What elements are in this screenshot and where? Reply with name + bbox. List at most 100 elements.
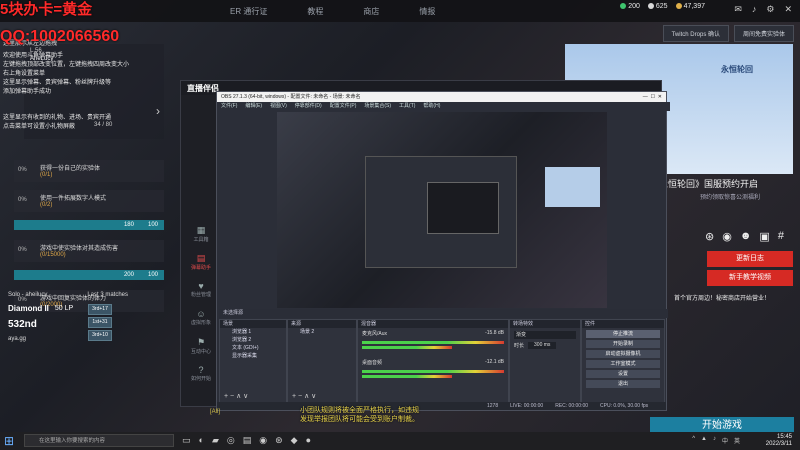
fans-icon: ♥ <box>198 281 204 291</box>
currency-gold: 47,397 <box>675 3 705 10</box>
nav-avatar[interactable]: ☺ 虚拟形象 <box>181 309 221 333</box>
mission-item[interactable]: 0% 获得一份自己的实验体 (0/1) <box>14 160 164 182</box>
nav-shop[interactable]: 商店 <box>363 6 379 17</box>
update-log-button[interactable]: 更新日志 <box>707 251 793 267</box>
folder-icon[interactable]: ▰ <box>212 435 219 446</box>
stop-stream-button[interactable]: 停止推流 <box>586 330 660 338</box>
sources-dock: 来源 场景 2 + − ∧ ∨ <box>287 319 357 403</box>
system-tray: ^ ▲ ♪ 中 英 <box>692 436 740 445</box>
game-icon[interactable]: ◆ <box>291 435 298 446</box>
scene-item[interactable]: 显示器采集 <box>220 352 286 360</box>
nav-tutorial[interactable]: 教程 <box>307 6 323 17</box>
obs-icon[interactable]: ◉ <box>259 435 267 446</box>
task-view-icon[interactable]: ▭ <box>182 435 191 446</box>
chat-line: 这里显示有收到的礼物、进场、贵宾开通 <box>3 115 112 121</box>
bell-icon[interactable]: ♪ <box>752 4 757 15</box>
currency-green: 200 <box>620 3 640 10</box>
steam-icon[interactable]: ⊛ <box>705 230 714 243</box>
qq-icon[interactable]: ☻ <box>740 230 752 243</box>
twitch-drops-button[interactable]: Twitch Drops 确认 <box>662 25 729 42</box>
currency-bar: 200 625 47,397 <box>620 3 705 10</box>
ime-indicator[interactable]: 中 <box>722 436 728 445</box>
close-icon[interactable]: ✕ <box>784 4 792 15</box>
windows-start-icon[interactable]: ⊞ <box>4 434 14 448</box>
volume-slider[interactable] <box>362 346 452 349</box>
nav-intel[interactable]: 情报 <box>419 6 435 17</box>
menu-edit[interactable]: 编辑(E) <box>245 102 262 111</box>
bilibili-icon[interactable]: ▣ <box>759 230 769 243</box>
nav-fans[interactable]: ♥ 粉丝管理 <box>181 281 221 305</box>
tray-expand[interactable]: ^ <box>692 436 695 445</box>
promo-logo: 永恒轮回 <box>721 65 753 74</box>
obs-titlebar: OBS 27.1.3 (64-bit, windows) - 配置文件: 未命名… <box>217 92 666 102</box>
menu-profile[interactable]: 配置文件(P) <box>330 102 357 111</box>
duration-input[interactable]: 300 ms <box>528 342 557 349</box>
steam-icon[interactable]: ⊛ <box>275 435 283 446</box>
start-recording-button[interactable]: 开始录制 <box>586 340 660 348</box>
watermark-qq: QQ:1002066560 <box>0 28 120 45</box>
chat-line: 添加弹幕助手成功 <box>3 89 52 95</box>
nav-howto[interactable]: ? 如何开始 <box>181 365 221 389</box>
transition-select[interactable]: 渐变 <box>514 331 576 339</box>
studio-mode-button[interactable]: 工作室模式 <box>586 360 660 368</box>
tutorial-video-button[interactable]: 新手教学视频 <box>707 270 793 286</box>
weibo-icon[interactable]: ◉ <box>722 230 732 243</box>
system-notice: 小团队规则将被全面严格执行，如违规 发现举报团队将可能会受到账户制裁。 <box>300 407 419 423</box>
settings-icon[interactable]: ⚙ <box>766 4 774 15</box>
transition-duration: 时长 300 ms <box>514 342 576 349</box>
interact-icon: ⚑ <box>196 337 206 347</box>
store-icon[interactable]: ▤ <box>243 435 252 446</box>
window-controls[interactable]: — ☐ ✕ <box>643 92 662 102</box>
volume-slider[interactable] <box>362 375 452 378</box>
nav-toolbox[interactable]: ▦ 工具箱 <box>181 225 221 249</box>
chat-line: 欢迎使用斗鱼弹幕助手 <box>3 53 64 59</box>
nav-interact[interactable]: ⚑ 互动中心 <box>181 337 221 361</box>
settings-button[interactable]: 设置 <box>586 370 660 378</box>
news-ticker[interactable]: 首个官方周边！秘密商店开始营业！ <box>674 293 770 302</box>
chrome-icon[interactable]: ◎ <box>227 435 235 446</box>
edge-icon[interactable]: ◐ <box>199 435 204 446</box>
currency-silver: 625 <box>647 3 668 10</box>
live-icon[interactable]: ● <box>306 435 311 446</box>
matches-label: Last 3 matches <box>87 292 128 298</box>
rank-user: aya.gg <box>8 336 27 342</box>
taskbar-clock[interactable]: 15:45 2022/3/11 <box>766 434 792 448</box>
scene-item[interactable]: 文本 (GDI+) <box>220 344 286 352</box>
mixer-channel: 桌面音频 -12.1 dB <box>362 359 504 366</box>
volume-icon[interactable]: ♪ <box>713 436 716 445</box>
hashtag-icon[interactable]: # <box>778 230 784 243</box>
mission-item[interactable]: 0% 游戏中使实验体对其造成伤害 (0/15000) <box>14 240 164 262</box>
avatar-icon: ☺ <box>196 309 206 319</box>
taskbar-search-input[interactable]: 在这里输入你要搜索的内容 <box>24 434 174 447</box>
nav-er-pass[interactable]: ER 通行证 <box>230 6 267 17</box>
mail-icon[interactable]: ✉ <box>734 4 742 15</box>
source-item[interactable]: 场景 2 <box>288 328 356 336</box>
menu-scene-collection[interactable]: 场景集合(S) <box>364 102 391 111</box>
chat-line: 这里显示弹幕、贵宾弹幕、粉丝牌升级等 <box>3 80 112 86</box>
match-result: 3rd+10 <box>88 330 112 341</box>
add-remove-controls[interactable]: + − ∧ ∨ <box>292 392 316 400</box>
mixer-dock: 混音器 麦克风/Aux -15.8 dB 桌面音频 -12.1 dB <box>357 319 509 403</box>
menu-tools[interactable]: 工具(T) <box>399 102 415 111</box>
scene-item[interactable]: 浏览器 2 <box>220 336 286 344</box>
scene-item[interactable]: 浏览器 1 <box>220 328 286 336</box>
social-links: ⊛ ◉ ☻ ▣ # <box>705 230 784 243</box>
exit-button[interactable]: 退出 <box>586 380 660 388</box>
mission-item[interactable]: 0% 使用一件拓展数字人模式 (0/2) <box>14 190 164 212</box>
nav-danmaku[interactable]: ▤ 弹幕助手 <box>181 253 221 277</box>
virtual-camera-button[interactable]: 启动虚拟摄像机 <box>586 350 660 358</box>
rank-mode: Solo - aheilucy <box>8 292 48 298</box>
add-remove-controls[interactable]: + − ∧ ∨ <box>224 392 248 400</box>
network-icon[interactable]: ▲ <box>701 436 707 445</box>
menu-view[interactable]: 视图(V) <box>270 102 287 111</box>
audio-meter <box>362 370 504 373</box>
obs-statusbar: 1278 LIVE: 00:00:00 REC: 00:00:00 CPU: 0… <box>217 402 666 410</box>
menu-file[interactable]: 文件(F) <box>221 102 237 111</box>
menu-docks[interactable]: 停靠部件(D) <box>295 102 322 111</box>
obs-preview[interactable] <box>277 112 607 308</box>
ime-mode[interactable]: 英 <box>734 436 740 445</box>
menu-help[interactable]: 帮助(H) <box>423 102 440 111</box>
obs-menubar: 文件(F) 编辑(E) 视图(V) 停靠部件(D) 配置文件(P) 场景集合(S… <box>217 102 670 111</box>
nested-promo <box>545 167 600 207</box>
free-characters-button[interactable]: 周间免费实验体 <box>733 25 794 42</box>
